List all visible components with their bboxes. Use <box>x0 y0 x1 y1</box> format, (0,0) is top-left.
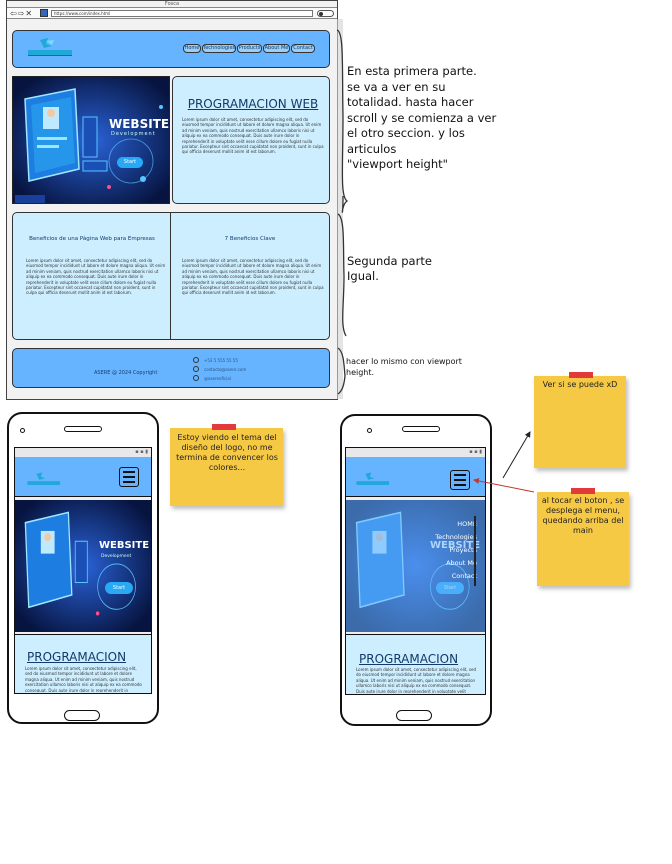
mobile-paragraph: Lorem ipsum dolor sit amet, consectetur … <box>25 666 142 692</box>
menu-item-contact[interactable]: Contact <box>425 570 477 583</box>
article-paragraph: Lorem ipsum dolor sit amet, consectetur … <box>26 258 166 296</box>
contact-social[interactable]: @asereoficial <box>204 376 231 381</box>
phone-screen: ▪ ▪ ▮ WEBSITE Development Start PROGRAMA… <box>14 447 152 694</box>
mobile-paragraph: Lorem ipsum dolor sit amet, consectetur … <box>356 667 476 693</box>
article-title: 7 Beneficios Clave <box>224 236 276 242</box>
hero-banner-button[interactable]: Start <box>117 157 143 168</box>
contact-phone[interactable]: +53 5 555 55 55 <box>204 358 238 363</box>
speaker-icon <box>64 426 102 432</box>
nav-technologies[interactable]: Technologies <box>202 44 236 53</box>
logo-icon[interactable] <box>352 470 392 488</box>
hero-banner-sub: Development <box>111 131 156 137</box>
url-field[interactable]: https://www.com/index.html <box>51 10 313 17</box>
annotation-part2: Segunda parte Igual. <box>347 254 432 283</box>
annotation-part1: En esta primera parte. se va a ver en su… <box>347 64 497 171</box>
site-footer <box>12 348 330 388</box>
hero-banner-sub: Development <box>101 554 132 559</box>
dropdown-menu: HOME Technologies Proyects About Me Cont… <box>425 518 477 588</box>
speaker-icon <box>402 426 440 432</box>
favicon-icon <box>40 9 48 17</box>
status-bar: ▪ ▪ ▮ <box>15 448 151 457</box>
annotation-part3: hacer lo mismo con viewport height. <box>346 357 462 377</box>
hero-banner-title: WEBSITE <box>109 117 170 131</box>
tape-icon <box>212 424 236 430</box>
home-button[interactable] <box>64 710 100 721</box>
hamburger-menu-icon[interactable] <box>450 470 470 490</box>
logo-icon[interactable] <box>22 36 76 58</box>
mobile-title: PROGRAMACION <box>359 652 459 666</box>
nav-about[interactable]: About Me <box>263 44 290 53</box>
articles-divider <box>170 212 172 340</box>
toggle-icon[interactable] <box>317 10 334 17</box>
home-button[interactable] <box>396 710 432 721</box>
tape-icon <box>569 372 593 378</box>
hamburger-menu-icon[interactable] <box>119 467 139 487</box>
sticky-note-text: Ver si se puede xD <box>542 380 618 389</box>
camera-icon <box>367 428 372 433</box>
copyright: ASERE @ 2024 Copyright <box>94 370 158 376</box>
menu-item-technologies[interactable]: Technologies <box>425 531 477 544</box>
whatsapp-icon[interactable] <box>193 375 199 381</box>
tape-icon <box>571 488 595 494</box>
address-bar: ⇦⇨✕ https://www.com/index.html <box>7 7 337 19</box>
mobile-hero-image: WEBSITE Development Start <box>15 500 151 632</box>
nav-arrows-icon[interactable]: ⇦⇨✕ <box>10 9 33 18</box>
status-bar: ▪ ▪ ▮ <box>346 448 485 457</box>
contact-email[interactable]: contacto@asere.com <box>204 367 246 372</box>
sticky-note-text: al tocar el boton , se desplega el menu,… <box>541 496 625 535</box>
nav-home[interactable]: Home <box>183 44 201 53</box>
main-title: PROGRAMACION WEB <box>187 97 319 111</box>
website-illustration-icon <box>13 77 169 203</box>
whatsapp-icon[interactable] <box>193 357 199 363</box>
hero-banner-title: WEBSITE <box>99 540 150 551</box>
hero-image: WEBSITE Development Start <box>12 76 170 204</box>
nav-contact[interactable]: Contact <box>291 44 315 53</box>
menu-item-about[interactable]: About Me <box>425 557 477 570</box>
sticky-note-text: Estoy viendo el tema del diseño del logo… <box>176 433 278 472</box>
menu-item-projects[interactable]: Proyects <box>425 544 477 557</box>
logo-icon[interactable] <box>23 470 63 488</box>
nav-products[interactable]: Products <box>237 44 262 53</box>
whatsapp-icon[interactable] <box>193 366 199 372</box>
article-title: Beneficios de una Página Web para Empres… <box>29 236 155 242</box>
hero-paragraph: Lorem ipsum dolor sit amet, consectetur … <box>182 117 324 155</box>
article-paragraph: Lorem ipsum dolor sit amet, consectetur … <box>182 258 324 296</box>
website-illustration-icon <box>15 500 151 632</box>
mobile-title: PROGRAMACION <box>27 650 127 664</box>
camera-icon <box>20 428 25 433</box>
hero-banner-button[interactable]: Start <box>105 582 133 594</box>
